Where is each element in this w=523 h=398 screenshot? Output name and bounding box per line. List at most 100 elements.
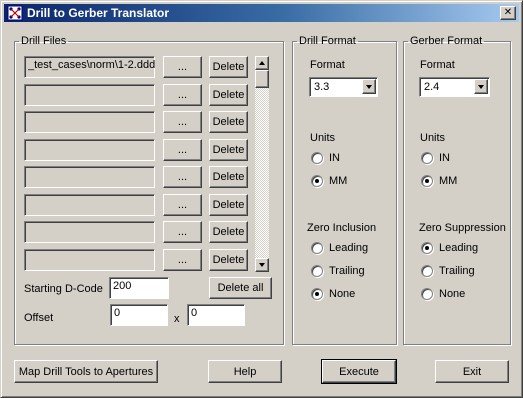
starting-dcode-input[interactable]: 200 [109, 277, 169, 299]
chevron-down-icon [478, 85, 484, 89]
file-list-scrollbar[interactable] [255, 56, 269, 272]
exit-button[interactable]: Exit [435, 360, 509, 383]
drill-file-field[interactable]: _test_cases\norm\1-2.ddd [24, 56, 155, 78]
delete-label: Delete [212, 171, 245, 183]
scroll-up-button[interactable] [255, 56, 269, 70]
help-button[interactable]: Help [208, 360, 282, 383]
pcb-app-icon [7, 5, 23, 21]
drill-units-radio-label: MM [329, 175, 348, 187]
delete-button[interactable]: Delete [209, 84, 248, 106]
drill-files-legend: Drill Files [21, 35, 67, 47]
offset-y-value: 0 [191, 307, 198, 319]
offset-x-input[interactable]: 0 [110, 304, 168, 326]
browse-label: ... [177, 61, 188, 73]
drill-zero-radio-label: Trailing [329, 265, 365, 277]
gerber-zero-radio-trailing[interactable] [421, 265, 433, 277]
delete-label: Delete [212, 89, 245, 101]
drill-file-field[interactable] [24, 221, 155, 243]
drill-units-radio-mm[interactable] [311, 175, 323, 187]
scroll-down-button[interactable] [255, 258, 269, 272]
gerber-units-radio-mm[interactable] [421, 175, 433, 187]
delete-button[interactable]: Delete [209, 139, 248, 161]
browse-label: ... [177, 226, 188, 238]
delete-button[interactable]: Delete [209, 194, 248, 216]
window-title: Drill to Gerber Translator [27, 6, 170, 20]
delete-all-label: Delete all [217, 282, 264, 294]
gerber-format-label: Format [420, 59, 455, 71]
map-tools-button[interactable]: Map Drill Tools to Apertures [14, 360, 158, 383]
drill-zero-radio-label: Leading [329, 242, 369, 254]
drill-units-radio-in[interactable] [311, 152, 323, 164]
chevron-down-icon [366, 85, 372, 89]
drill-format-select[interactable]: 3.3 [309, 77, 378, 97]
drill-file-path: _test_cases\norm\1-2.ddd [28, 59, 156, 71]
map-tools-label: Map Drill Tools to Apertures [18, 365, 154, 378]
gerber-units-radio-in[interactable] [421, 152, 433, 164]
drill-zero-radio-trailing[interactable] [311, 265, 323, 277]
offset-label: Offset [24, 312, 54, 324]
drill-file-field[interactable] [24, 84, 155, 106]
delete-all-button[interactable]: Delete all [209, 277, 272, 299]
delete-button[interactable]: Delete [209, 249, 248, 271]
drill-file-field[interactable] [24, 166, 155, 188]
close-button[interactable]: ✕ [500, 6, 516, 20]
gerber-units-label: Units [420, 132, 446, 144]
gerber-zero-radio-none[interactable] [421, 288, 433, 300]
browse-label: ... [177, 89, 188, 101]
delete-button[interactable]: Delete [209, 56, 248, 78]
drill-file-field[interactable] [24, 249, 155, 271]
drill-file-field[interactable] [24, 194, 155, 216]
drill-units-radio-label: IN [329, 152, 340, 164]
drill-zero-radio-none[interactable] [311, 288, 323, 300]
browse-button[interactable]: ... [163, 249, 202, 271]
gerber-zero-label: Zero Suppression [419, 222, 506, 234]
delete-label: Delete [212, 199, 245, 211]
starting-dcode-value: 200 [113, 280, 132, 292]
gerber-format-value: 2.4 [424, 81, 440, 93]
drill-units-label: Units [310, 132, 336, 144]
browse-label: ... [177, 171, 188, 183]
browse-button[interactable]: ... [163, 166, 202, 188]
gerber-zero-radio-leading[interactable] [421, 242, 433, 254]
delete-label: Delete [212, 254, 245, 266]
delete-label: Delete [212, 61, 245, 73]
browse-button[interactable]: ... [163, 139, 202, 161]
delete-button[interactable]: Delete [209, 111, 248, 133]
main-window: Drill to Gerber Translator ✕ Drill Files… [0, 0, 523, 398]
scroll-thumb[interactable] [255, 70, 269, 88]
delete-label: Delete [212, 226, 245, 238]
delete-button[interactable]: Delete [209, 166, 248, 188]
title-bar[interactable]: Drill to Gerber Translator ✕ [4, 4, 519, 22]
offset-y-input[interactable]: 0 [187, 304, 245, 326]
offset-x-value: 0 [114, 307, 121, 319]
gerber-zero-radio-label: Leading [439, 242, 479, 254]
close-icon: ✕ [503, 7, 513, 18]
gerber-zero-radio-label: None [439, 288, 466, 300]
drill-zero-label: Zero Inclusion [307, 222, 377, 234]
browse-button[interactable]: ... [163, 56, 202, 78]
delete-button[interactable]: Delete [209, 221, 248, 243]
execute-button[interactable]: Execute [321, 359, 397, 384]
gerber-units-radio-label: IN [439, 152, 450, 164]
browse-label: ... [177, 199, 188, 211]
drill-file-field[interactable] [24, 111, 155, 133]
arrow-down-icon [259, 263, 265, 267]
gerber-format-select[interactable]: 2.4 [419, 77, 490, 97]
drill-zero-radio-leading[interactable] [311, 242, 323, 254]
gerber-format-dropdown-button[interactable] [474, 79, 488, 94]
browse-button[interactable]: ... [163, 221, 202, 243]
offset-separator: x [174, 313, 180, 325]
execute-label: Execute [339, 365, 379, 378]
gerber-zero-radio-label: Trailing [439, 265, 475, 277]
exit-label: Exit [462, 365, 482, 378]
browse-button[interactable]: ... [163, 111, 202, 133]
drill-file-field[interactable] [24, 139, 155, 161]
delete-label: Delete [212, 116, 245, 128]
delete-label: Delete [212, 144, 245, 156]
browse-label: ... [177, 116, 188, 128]
starting-dcode-label: Starting D-Code [24, 283, 103, 295]
drill-zero-radio-label: None [329, 288, 356, 300]
browse-button[interactable]: ... [163, 84, 202, 106]
browse-button[interactable]: ... [163, 194, 202, 216]
drill-format-dropdown-button[interactable] [362, 79, 376, 94]
